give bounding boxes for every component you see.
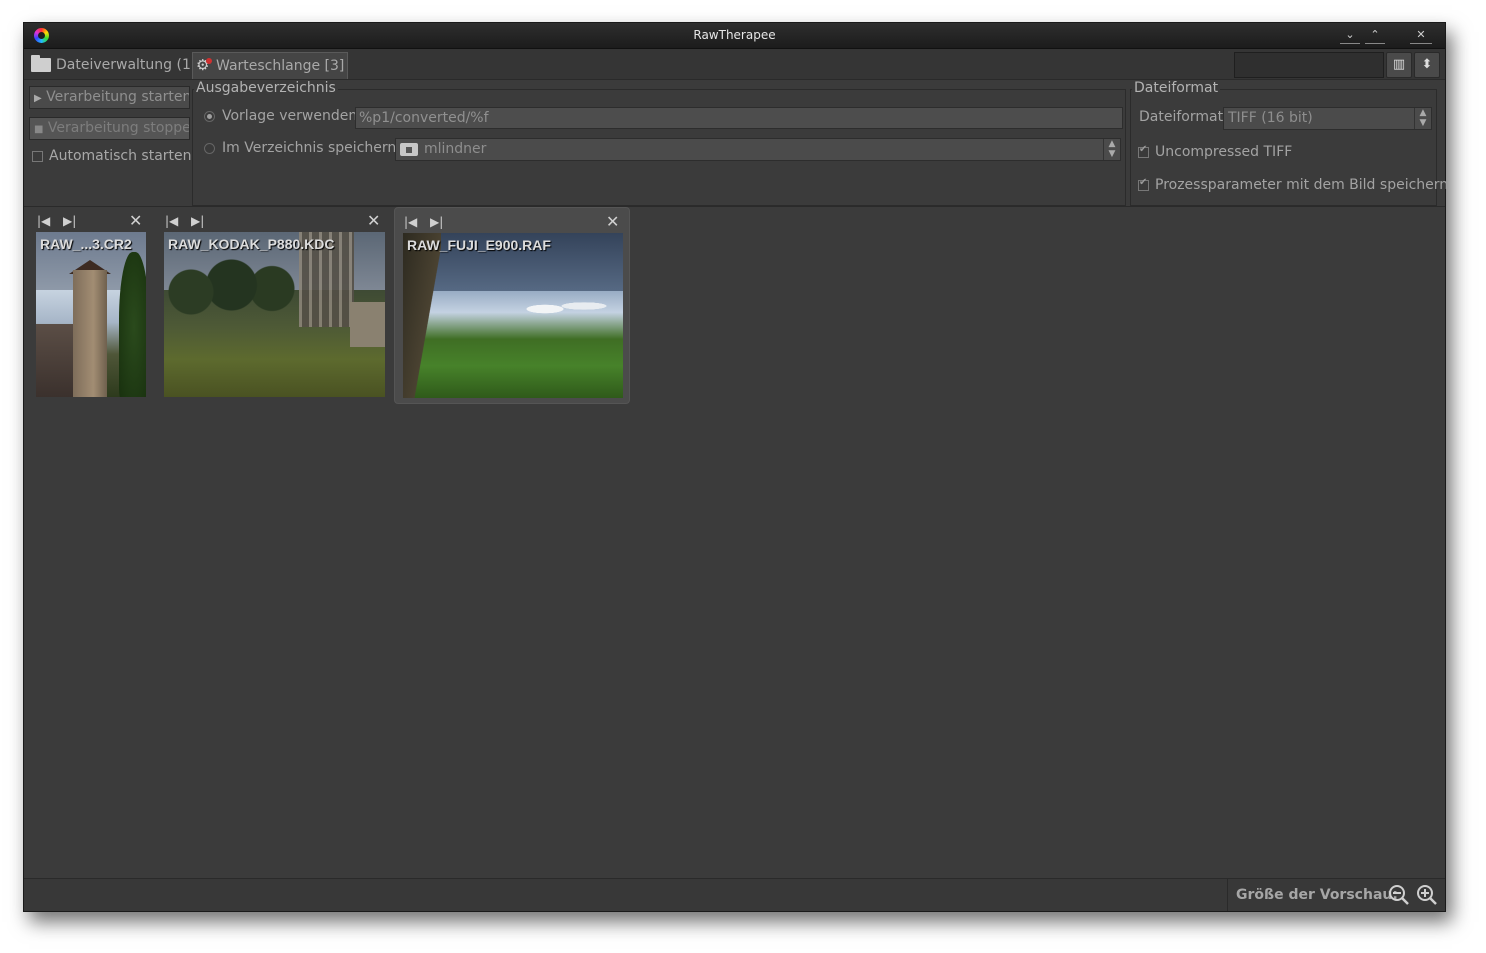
directory-value: mlindner <box>424 141 487 157</box>
save-in-directory-radio[interactable]: Im Verzeichnis speichern: <box>204 140 401 156</box>
move-to-last-icon[interactable]: ▶| <box>63 214 76 228</box>
gears-icon <box>196 56 212 74</box>
uncompressed-tiff-checkbox[interactable]: Uncompressed TIFF <box>1138 144 1292 160</box>
remove-icon[interactable]: ✕ <box>606 212 619 231</box>
tab-queue[interactable]: Warteschlange [3] <box>192 52 349 79</box>
tab-file-browser[interactable]: Dateiverwaltung (17) <box>27 52 209 78</box>
uncompressed-tiff-label: Uncompressed TIFF <box>1155 144 1293 160</box>
close-window-button[interactable]: ✕ <box>1410 26 1432 44</box>
auto-start-label: Automatisch starten <box>49 148 192 164</box>
start-processing-button[interactable]: ▶ Verarbeitung starten <box>29 86 190 109</box>
save-params-checkbox[interactable]: Prozessparameter mit dem Bild speichern <box>1138 177 1448 193</box>
fullscreen-icon[interactable]: ⬍ <box>1414 52 1440 78</box>
checkbox-box[interactable] <box>1138 144 1149 158</box>
chevron-updown-icon: ▲ ▼ <box>1414 108 1431 129</box>
start-processing-label: Verarbeitung starten <box>46 89 190 105</box>
thumbnail-image[interactable]: RAW_KODAK_P880.KDC <box>164 232 385 397</box>
move-to-first-icon[interactable]: |◀ <box>404 215 417 229</box>
panel-layout-icon[interactable]: ▥ <box>1386 52 1412 78</box>
move-to-first-icon[interactable]: |◀ <box>165 214 178 228</box>
radio-dot[interactable] <box>204 142 215 154</box>
file-format-label: Dateiformat: <box>1139 109 1228 125</box>
queue-thumbnail[interactable]: |◀ ▶| ✕ RAW_KODAK_P880.KDC <box>157 207 389 402</box>
move-to-last-icon[interactable]: ▶| <box>191 214 204 228</box>
status-separator <box>1227 879 1228 911</box>
thumbnail-image[interactable]: RAW_...3.CR2 <box>36 232 146 397</box>
remove-icon[interactable]: ✕ <box>367 211 380 230</box>
zoom-in-icon[interactable] <box>1416 884 1438 906</box>
maximize-button[interactable]: ⌃ <box>1365 26 1385 44</box>
move-to-first-icon[interactable]: |◀ <box>37 214 50 228</box>
tab-queue-label: Warteschlange [3] <box>216 58 345 74</box>
thumbnail-filename: RAW_FUJI_E900.RAF <box>407 237 551 253</box>
app-window: RawTherapee ⌄ ⌃ ✕ Dateiverwaltung (17) W… <box>23 22 1448 912</box>
stop-icon: ■ <box>34 124 44 135</box>
checkbox-box[interactable] <box>32 150 43 162</box>
filter-input[interactable] <box>1234 52 1384 78</box>
status-bar: Größe der Vorschau: <box>24 878 1445 911</box>
stop-processing-label: Verarbeitung stoppen <box>47 120 190 136</box>
zoom-out-icon[interactable] <box>1388 884 1410 906</box>
file-format-select[interactable]: TIFF (16 bit) ▲ ▼ <box>1223 107 1432 130</box>
preview-size-label: Größe der Vorschau: <box>1236 887 1398 903</box>
radio-dot[interactable] <box>204 110 215 122</box>
template-input[interactable]: %p1/converted/%f <box>355 107 1123 129</box>
stop-processing-button[interactable]: ■ Verarbeitung stoppen <box>29 117 190 140</box>
output-directory-legend: Ausgabeverzeichnis <box>194 80 338 96</box>
save-in-directory-label: Im Verzeichnis speichern: <box>222 140 401 156</box>
tab-file-browser-label: Dateiverwaltung (17) <box>56 57 206 73</box>
auto-start-checkbox[interactable]: Automatisch starten <box>32 148 192 164</box>
use-template-label: Vorlage verwenden: <box>222 108 362 124</box>
tab-bar: Dateiverwaltung (17) Warteschlange [3] ▥… <box>24 49 1445 80</box>
file-format-legend: Dateiformat <box>1132 80 1221 96</box>
chevron-updown-icon: ▲ ▼ <box>1103 139 1120 160</box>
queue-thumbnail[interactable]: |◀ ▶| ✕ RAW_...3.CR2 <box>29 207 151 402</box>
minimize-button[interactable]: ⌄ <box>1340 26 1360 44</box>
file-format-value: TIFF (16 bit) <box>1228 110 1313 126</box>
play-icon: ▶ <box>34 93 42 104</box>
thumbnail-filename: RAW_...3.CR2 <box>40 236 132 252</box>
thumbnail-filename: RAW_KODAK_P880.KDC <box>168 236 335 252</box>
move-to-last-icon[interactable]: ▶| <box>430 215 443 229</box>
title-bar: RawTherapee ⌄ ⌃ ✕ <box>24 23 1445 49</box>
use-template-radio[interactable]: Vorlage verwenden: <box>204 108 362 124</box>
save-params-label: Prozessparameter mit dem Bild speichern <box>1155 177 1449 193</box>
thumbnail-image[interactable]: RAW_FUJI_E900.RAF <box>403 233 623 398</box>
window-title: RawTherapee <box>693 28 776 42</box>
queue-thumbnail-selected[interactable]: |◀ ▶| ✕ RAW_FUJI_E900.RAF <box>394 207 630 404</box>
remove-icon[interactable]: ✕ <box>129 211 142 230</box>
directory-select[interactable]: mlindner ▲ ▼ <box>395 138 1121 161</box>
home-folder-icon <box>400 142 418 156</box>
folder-icon <box>31 55 51 72</box>
checkbox-box[interactable] <box>1138 177 1149 191</box>
